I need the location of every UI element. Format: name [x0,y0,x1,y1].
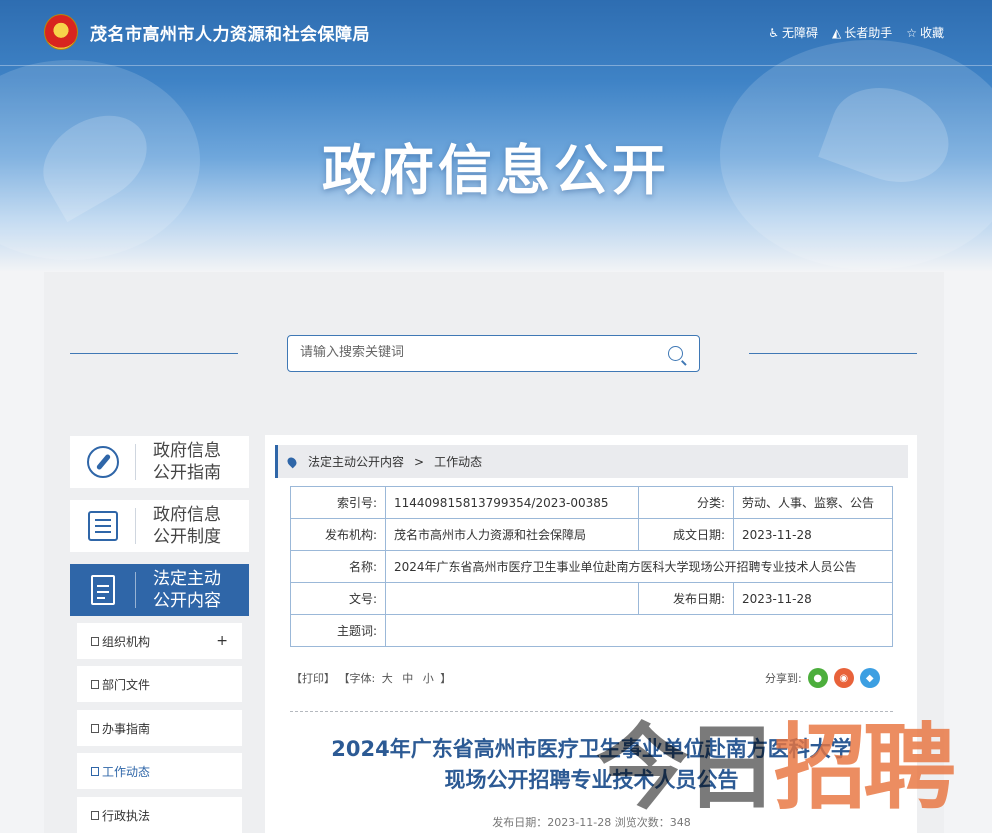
divider-left [70,353,238,354]
sidebar-item-law-enforcement[interactable]: 行政执法 [77,797,242,833]
favorite-link[interactable]: ☆ 收藏 [906,24,944,41]
list-icon [87,511,118,541]
font-large-button[interactable]: 大 [382,672,393,685]
sidebar-item-guides[interactable]: 办事指南 [77,710,242,746]
font-small-button[interactable]: 小 [423,672,434,685]
nav-icon-wrap [70,444,136,480]
table-row: 文号: 发布日期: 2023-11-28 [290,582,893,615]
divider-right [749,353,917,354]
breadcrumb-item[interactable]: 法定主动公开内容 [308,453,404,470]
font-label-end: 】 [440,672,452,685]
meta-value [385,582,639,615]
divider [290,711,893,712]
metadata-table: 索引号: 114409815813799354/2023-00385 分类: 劳… [290,486,893,647]
table-row: 索引号: 114409815813799354/2023-00385 分类: 劳… [290,486,893,519]
accessibility-link[interactable]: ♿ 无障碍 [768,24,818,41]
qq-icon[interactable]: ◆ [859,668,880,688]
search-icon[interactable] [668,346,683,361]
table-row: 名称: 2024年广东省高州市医疗卫生事业单位赴南方医科大学现场公开招聘专业技术… [290,550,893,583]
elder-icon: ◭ [831,26,842,40]
meta-label: 索引号: [290,486,386,519]
meta-value: 劳动、人事、监察、公告 [733,486,893,519]
font-label: 【字体: [338,672,376,685]
expand-icon[interactable]: + [216,633,228,649]
table-row: 主题词: [290,614,893,647]
nav-label: 法定主动 公开内容 [153,569,221,611]
wechat-icon[interactable]: ● [807,668,828,688]
compass-icon [86,446,119,478]
nav-icon-wrap [70,508,136,544]
header-tools: ♿ 无障碍 ◭ 长者助手 ☆ 收藏 [768,24,944,41]
weibo-icon[interactable]: ◉ [833,668,854,688]
nav-label: 政府信息 公开制度 [153,505,221,547]
page-icon [91,679,99,689]
search-input[interactable] [300,345,640,360]
meta-label: 分类: [638,486,734,519]
breadcrumb-separator: > [414,454,425,469]
hero-title: 政府信息公开 [322,138,670,202]
site-title[interactable]: 茂名市高州市人力资源和社会保障局 [90,20,370,45]
page-icon [91,810,99,820]
share-label: 分享到: [765,672,802,685]
meta-value: 茂名市高州市人力资源和社会保障局 [385,518,639,551]
star-icon: ☆ [906,26,917,40]
page-icon [91,766,99,776]
sidebar-item-work-news[interactable]: 工作动态 [77,753,242,789]
meta-label: 名称: [290,550,386,583]
meta-value: 2023-11-28 [733,582,893,615]
nav-disclosure-guide[interactable]: 政府信息 公开指南 [70,436,249,488]
meta-label: 成文日期: [638,518,734,551]
nav-icon-wrap [70,572,136,608]
page-icon [91,636,99,646]
nav-statutory-content[interactable]: 法定主动 公开内容 [70,564,249,616]
sidebar-item-dept-docs[interactable]: 部门文件 [77,666,242,702]
table-row: 发布机构: 茂名市高州市人力资源和社会保障局 成文日期: 2023-11-28 [290,518,893,551]
wheelchair-icon: ♿ [768,26,779,40]
location-pin-icon [285,455,299,468]
font-medium-button[interactable]: 中 [402,672,413,685]
meta-value: 114409815813799354/2023-00385 [385,486,639,519]
nav-disclosure-system[interactable]: 政府信息 公开制度 [70,500,249,552]
page-icon [91,723,99,733]
elder-helper-link[interactable]: ◭ 长者助手 [832,24,892,41]
meta-label: 发布机构: [290,518,386,551]
article-tools: 【打印】 【字体: 大 中 小 】 [291,670,451,686]
print-button[interactable]: 【打印】 [291,672,335,685]
sidebar-item-organization[interactable]: 组织机构 + [77,623,242,659]
national-emblem-icon [44,14,78,50]
meta-value: 2023-11-28 [733,518,893,551]
top-bar: 茂名市高州市人力资源和社会保障局 ♿ 无障碍 ◭ 长者助手 ☆ 收藏 [0,0,992,66]
nav-label: 政府信息 公开指南 [153,441,221,483]
meta-label: 文号: [290,582,386,615]
search-box [287,335,700,372]
meta-value: 2024年广东省高州市医疗卫生事业单位赴南方医科大学现场公开招聘专业技术人员公告 [385,550,893,583]
breadcrumb: 法定主动公开内容 > 工作动态 [275,445,908,478]
meta-value [385,614,893,647]
watermark-logo: 今日招聘 [596,714,956,822]
meta-label: 主题词: [290,614,386,647]
document-icon [90,575,115,605]
breadcrumb-item[interactable]: 工作动态 [434,453,482,470]
meta-label: 发布日期: [638,582,734,615]
share-bar: 分享到: ● ◉ ◆ [765,668,880,688]
